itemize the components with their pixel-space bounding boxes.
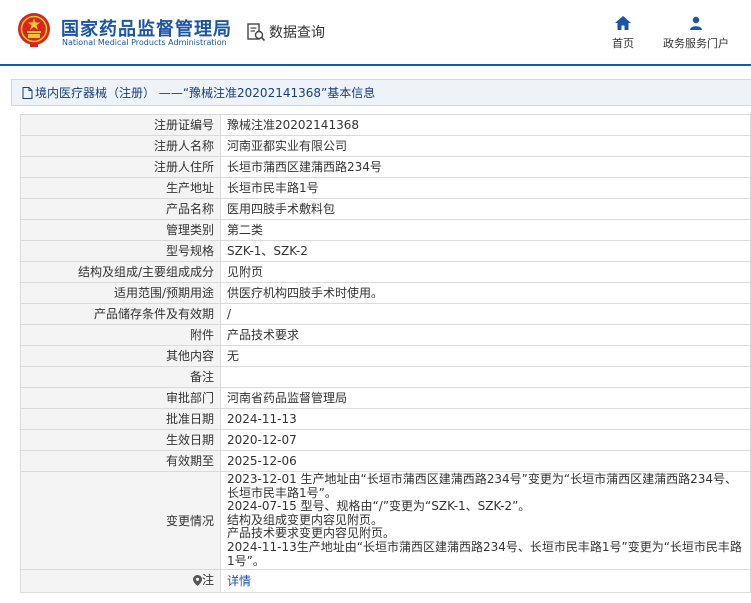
field-label: 结构及组成/主要组成成分 [20,261,221,283]
change-history-label: 变更情况 [20,470,221,571]
field-value: 2020-12-07 [220,429,751,451]
detail-link[interactable]: 详情 [227,574,251,588]
field-label: 注册人名称 [20,135,221,157]
change-history-line: 2024-11-13生产地址由“长垣市蒲西区建蒲西路234号、长垣市民丰路1号”… [227,539,742,568]
table-row: 注册人住所 长垣市蒲西区建蒲西路234号 [20,156,751,178]
field-label: 附件 [20,324,221,346]
table-row: 生产地址 长垣市民丰路1号 [20,177,751,199]
nav-home-label: 首页 [612,37,634,50]
field-value: 河南亚都实业有限公司 [220,135,751,157]
field-value: SZK-1、SZK-2 [220,240,751,262]
field-value: 医用四肢手术敷料包 [220,198,751,220]
note-label-text: 注 [201,573,214,588]
field-value: 豫械注准20202141368 [220,114,751,136]
nav-home[interactable]: 首页 [612,14,634,51]
table-row: 其他内容无 [20,345,751,367]
field-label: 注册人住所 [20,156,221,178]
note-label-cell: 注 [20,569,221,593]
field-value: 供医疗机构四肢手术时使用。 [220,282,751,304]
table-row: 批准日期 2024-11-13 [20,408,751,430]
national-emblem-icon [18,13,50,47]
note-label: 注 [192,570,214,590]
change-history-line: 产品技术要求变更内容见附页。 [227,526,396,541]
field-label: 型号规格 [20,240,221,262]
site-logo-subtitle: National Medical Products Administration [62,38,227,47]
table-row: 审批部门 河南省药品监督管理局 [20,387,751,409]
field-label: 有效期至 [20,450,221,472]
table-row: 注册人名称 河南亚都实业有限公司 [20,135,751,157]
location-pin-icon [192,574,202,586]
user-icon [689,14,703,32]
field-label: 生效日期 [20,429,221,451]
field-label: 适用范围/预期用途 [20,282,221,304]
change-history-line: 2023-12-01 生产地址由“长垣市蒲西区建蒲西路234号”变更为“长垣市蒲… [227,472,738,500]
field-label: 审批部门 [20,387,221,409]
table-row: 产品名称 医用四肢手术敷料包 [20,198,751,220]
field-value: 无 [220,345,751,367]
table-row: 适用范围/预期用途 供医疗机构四肢手术时使用。 [20,282,751,304]
field-value [220,366,751,388]
field-label: 注册证编号 [20,114,221,136]
field-value: 长垣市蒲西区建蒲西路234号 [220,156,751,178]
field-value: 第二类 [220,219,751,241]
detail-panel-title: 境内医疗器械（注册） ——“豫械注准20202141368”基本信息 [11,79,751,106]
note-value: 详情 [220,569,751,593]
field-value: 2025-12-06 [220,450,751,472]
table-row: 附件 产品技术要求 [20,324,751,346]
site-header: 国家药品监督管理局 National Medical Products Admi… [0,0,751,66]
field-value: 见附页 [220,261,751,283]
field-label: 产品名称 [20,198,221,220]
field-value: / [220,303,751,325]
table-row: 备注 [20,366,751,388]
field-value: 长垣市民丰路1号 [220,177,751,199]
table-row: 管理类别 第二类 [20,219,751,241]
document-icon [22,86,33,99]
field-value: 河南省药品监督管理局 [220,387,751,409]
note-row: 注详情 [20,569,751,593]
registration-info-table: 注册证编号 豫械注准20202141368 注册人名称 河南亚都实业有限公司 注册人住所… [20,114,751,593]
table-row: 有效期至 2025-12-06 [20,450,751,472]
field-value: 2024-11-13 [220,408,751,430]
detail-panel-title-text: 境内医疗器械（注册） ——“豫械注准20202141368”基本信息 [35,86,376,100]
change-history-value: 2023-12-01 生产地址由“长垣市蒲西区建蒲西路234号”变更为“长垣市蒲… [220,470,751,571]
nav-gov-portal[interactable]: 政务服务门户 [663,14,729,51]
table-row: 生效日期 2020-12-07 [20,429,751,451]
field-label: 生产地址 [20,177,221,199]
table-row: 注册证编号 豫械注准20202141368 [20,114,751,136]
field-label: 管理类别 [20,219,221,241]
change-history-row: 变更情况 2023-12-01 生产地址由“长垣市蒲西区建蒲西路234号”变更为“… [20,470,751,571]
data-query-icon [247,23,266,42]
field-value: 产品技术要求 [220,324,751,346]
data-query-link[interactable]: 数据查询 [246,21,325,43]
home-icon [615,14,631,32]
field-label: 其他内容 [20,345,221,367]
field-label: 批准日期 [20,408,221,430]
table-row: 产品储存条件及有效期 / [20,303,751,325]
data-query-label: 数据查询 [269,25,325,41]
table-row: 结构及组成/主要组成成分 见附页 [20,261,751,283]
nav-gov-portal-label: 政务服务门户 [663,37,729,50]
field-label: 产品储存条件及有效期 [20,303,221,325]
change-history-line: 2024-07-15 型号、规格由“/”变更为“SZK-1、SZK-2”。 [227,499,531,514]
table-row: 型号规格 SZK-1、SZK-2 [20,240,751,262]
field-label: 备注 [20,366,221,388]
